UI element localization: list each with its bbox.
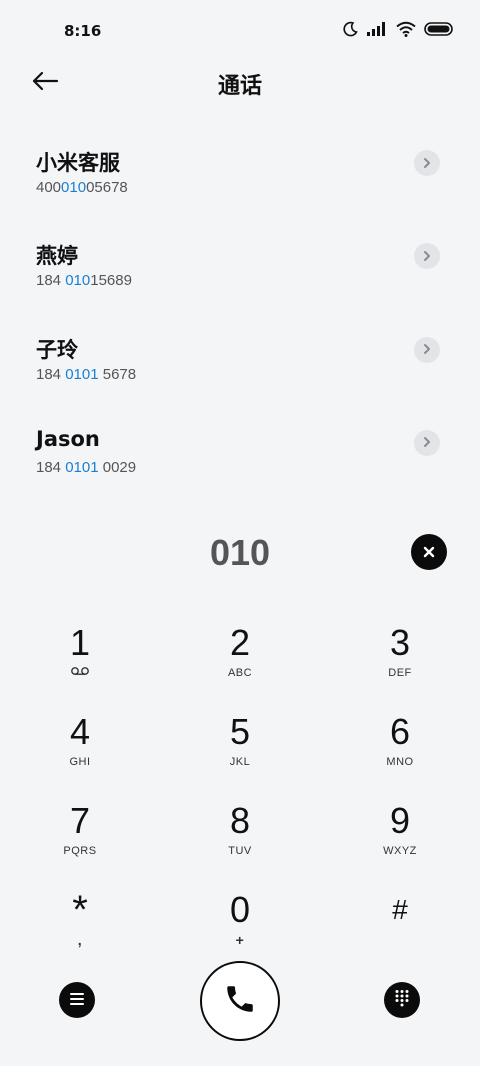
- key-star[interactable]: * ,: [20, 887, 140, 967]
- key-2[interactable]: 2 ABC: [180, 620, 300, 700]
- signal-icon: [366, 21, 388, 41]
- key-digit: 6: [389, 711, 411, 752]
- key-letters: MNO: [386, 756, 414, 768]
- key-7[interactable]: 7 PQRS: [20, 798, 140, 878]
- key-6[interactable]: 6 MNO: [340, 709, 460, 789]
- contact-detail-button[interactable]: [414, 336, 440, 363]
- key-letters: TUV: [228, 845, 252, 857]
- key-digit: 4: [69, 711, 91, 752]
- wifi-icon: [396, 21, 416, 41]
- key-0[interactable]: 0 +: [180, 887, 300, 967]
- key-digit: 9: [389, 800, 411, 841]
- key-digit: 1: [69, 622, 91, 663]
- key-letters: GHI: [69, 756, 91, 768]
- key-letters: WXYZ: [383, 845, 417, 857]
- key-letters: PQRS: [63, 845, 97, 857]
- menu-button[interactable]: [59, 982, 95, 1018]
- list-item[interactable]: 子玲 184 0101 5678: [0, 314, 480, 407]
- contact-number: 184 0101 0029: [36, 458, 137, 476]
- dial-entry: 010: [0, 530, 480, 580]
- dialed-number[interactable]: 010: [0, 532, 480, 574]
- contact-number: 184 01015689: [36, 272, 132, 290]
- status-time: 8:16: [64, 22, 102, 40]
- clear-button[interactable]: [411, 534, 447, 570]
- list-item[interactable]: Jason 184 0101 0029: [0, 407, 480, 500]
- key-digit: #: [392, 894, 408, 925]
- contact-detail-button[interactable]: [414, 429, 440, 456]
- search-result-list: 小米客服 40001005678 燕婷 184 01015689 子玲 184 …: [0, 127, 480, 500]
- key-4[interactable]: 4 GHI: [20, 709, 140, 789]
- key-hash[interactable]: #: [340, 887, 460, 967]
- key-digit: 2: [229, 622, 251, 663]
- contact-number: 184 0101 5678: [36, 365, 137, 383]
- key-letters: ABC: [227, 667, 253, 679]
- contact-number: 40001005678: [36, 179, 128, 196]
- key-3[interactable]: 3 DEF: [340, 620, 460, 700]
- page-title: 通话: [217, 74, 262, 99]
- key-1[interactable]: 1: [20, 620, 140, 700]
- key-9[interactable]: 9 WXYZ: [340, 798, 460, 878]
- dialpad-icon: [394, 989, 410, 1011]
- status-bar: 8:16: [0, 0, 480, 62]
- key-digit: 0: [229, 889, 251, 930]
- contact-detail-button[interactable]: [414, 243, 440, 270]
- menu-icon: [69, 991, 85, 1010]
- key-digit: 8: [229, 800, 251, 841]
- key-letters: DEF: [388, 667, 412, 679]
- chevron-right-icon: [422, 433, 432, 452]
- chevron-right-icon: [422, 247, 432, 266]
- key-digit: 7: [69, 800, 91, 841]
- bottom-action-bar: [0, 960, 480, 1041]
- list-item[interactable]: 燕婷 184 01015689: [0, 220, 480, 313]
- key-5[interactable]: 5 JKL: [180, 709, 300, 789]
- chevron-right-icon: [422, 154, 432, 173]
- phone-icon: [223, 982, 257, 1020]
- header: 通话: [0, 62, 480, 106]
- contact-name: 子玲: [36, 337, 78, 362]
- key-letters: +: [235, 932, 245, 948]
- contact-name: Jason: [36, 426, 100, 451]
- contact-detail-button[interactable]: [414, 150, 440, 176]
- dialpad-toggle-button[interactable]: [384, 982, 420, 1018]
- call-button[interactable]: [200, 961, 280, 1041]
- list-item[interactable]: 小米客服 40001005678: [0, 127, 480, 220]
- contact-name: 小米客服: [36, 151, 120, 175]
- status-icons: [342, 21, 454, 41]
- close-icon: [423, 543, 435, 562]
- key-digit: *: [72, 888, 88, 932]
- key-letters: ,: [77, 932, 83, 948]
- battery-icon: [424, 21, 454, 41]
- moon-icon: [342, 21, 358, 41]
- key-digit: 3: [389, 622, 411, 663]
- voicemail-icon: [20, 666, 140, 680]
- key-8[interactable]: 8 TUV: [180, 798, 300, 878]
- contact-name: 燕婷: [36, 244, 78, 269]
- key-digit: 5: [229, 711, 251, 752]
- chevron-right-icon: [422, 340, 432, 359]
- key-letters: JKL: [229, 756, 251, 768]
